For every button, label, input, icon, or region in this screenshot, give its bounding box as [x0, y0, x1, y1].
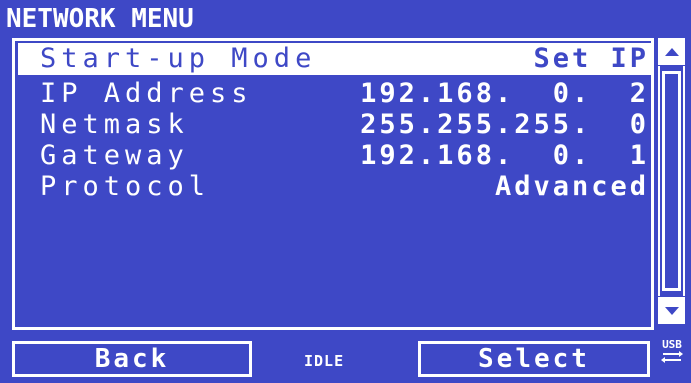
- select-button[interactable]: Select: [418, 341, 650, 377]
- list-item-value: Set IP: [533, 43, 649, 74]
- status-text: IDLE: [304, 352, 345, 370]
- list-item-value: 192.168. 0. 2: [360, 78, 649, 109]
- list-item-protocol[interactable]: Protocol Advanced: [18, 171, 651, 203]
- scroll-thumb[interactable]: [662, 71, 681, 291]
- usb-indicator: USB: [655, 339, 689, 379]
- list-item-label: IP Address: [40, 78, 253, 109]
- network-settings-list: Start-up Mode Set IP IP Address 192.168.…: [12, 38, 654, 330]
- arrow-up-icon: [664, 47, 679, 56]
- back-button[interactable]: Back: [12, 341, 252, 377]
- scrollbar[interactable]: [658, 38, 688, 330]
- list-item-label: Netmask: [40, 109, 189, 140]
- list-item-gateway[interactable]: Gateway 192.168. 0. 1: [18, 140, 651, 172]
- usb-transfer-icon: [661, 351, 683, 363]
- list-item-value: 255.255.255. 0: [360, 109, 649, 140]
- scroll-up-button[interactable]: [658, 38, 685, 65]
- list-item-label: Gateway: [40, 140, 189, 171]
- list-item-value: Advanced: [494, 171, 649, 202]
- usb-label: USB: [662, 338, 682, 351]
- list-item-label: Start-up Mode: [40, 43, 317, 74]
- list-item-startup-mode[interactable]: Start-up Mode Set IP: [18, 43, 651, 75]
- scroll-down-button[interactable]: [658, 297, 685, 324]
- list-item-value: 192.168. 0. 1: [360, 140, 649, 171]
- list-item-label: Protocol: [40, 171, 211, 202]
- menu-title: NETWORK MENU: [6, 4, 194, 34]
- arrow-down-icon: [664, 306, 679, 315]
- list-item-netmask[interactable]: Netmask 255.255.255. 0: [18, 109, 651, 141]
- list-item-ip-address[interactable]: IP Address 192.168. 0. 2: [18, 78, 651, 110]
